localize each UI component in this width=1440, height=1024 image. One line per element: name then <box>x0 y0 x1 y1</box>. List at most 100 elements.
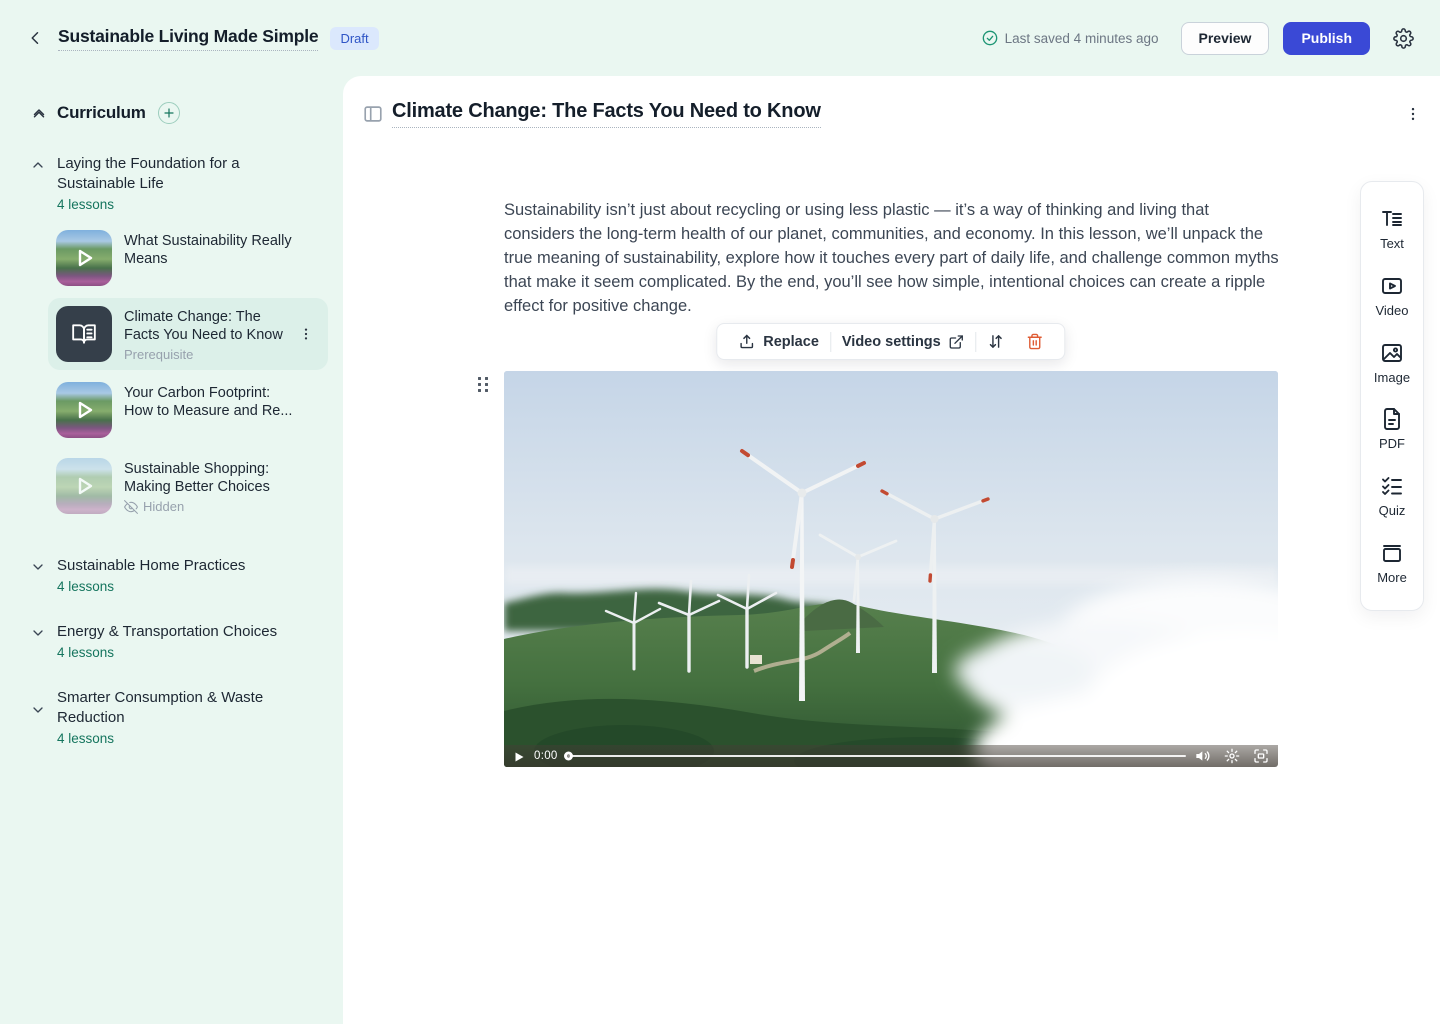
lesson-row[interactable]: Your Carbon Footprint: How to Measure an… <box>48 374 328 446</box>
tool-more[interactable]: More <box>1361 541 1423 585</box>
section-header[interactable]: Sustainable Home Practices 4 lessons <box>0 556 343 594</box>
lesson-title: Your Carbon Footprint: How to Measure an… <box>124 384 294 420</box>
topbar-actions: Last saved 4 minutes ago Preview Publish <box>982 22 1416 55</box>
lesson-title: Climate Change: The Facts You Need to Kn… <box>124 308 294 344</box>
chevron-up-icon[interactable] <box>30 157 46 173</box>
chevron-down-icon[interactable] <box>30 559 46 575</box>
video-progress-bar[interactable] <box>567 755 1186 757</box>
course-editor-app: Sustainable Living Made Simple Draft Las… <box>0 0 1440 1024</box>
tool-label: Image <box>1374 370 1410 385</box>
check-circle-icon <box>982 30 998 46</box>
curriculum-section: Smarter Consumption & Waste Reduction 4 … <box>0 688 343 746</box>
status-badge: Draft <box>330 27 378 50</box>
course-title[interactable]: Sustainable Living Made Simple <box>58 26 318 51</box>
section-header[interactable]: Smarter Consumption & Waste Reduction 4 … <box>0 688 343 746</box>
preview-button[interactable]: Preview <box>1181 22 1270 55</box>
curriculum-title: Curriculum <box>57 103 146 123</box>
lesson-hidden-label: Hidden <box>124 499 294 514</box>
external-link-icon <box>949 334 965 350</box>
save-status: Last saved 4 minutes ago <box>982 30 1159 46</box>
lesson-thumbnail <box>56 458 112 514</box>
lesson-list: What Sustainability Really Means Climate… <box>48 222 328 522</box>
play-icon <box>56 382 112 438</box>
volume-icon[interactable] <box>1195 748 1211 764</box>
lesson-text: Your Carbon Footprint: How to Measure an… <box>124 382 294 420</box>
more-icon <box>1380 541 1404 565</box>
play-icon <box>56 230 112 286</box>
tool-label: Text <box>1380 236 1404 251</box>
lesson-thumbnail <box>56 382 112 438</box>
insert-tools-panel: Text Video Image PDF Quiz More <box>1360 181 1424 611</box>
drag-handle[interactable] <box>478 377 490 395</box>
section-lesson-count: 4 lessons <box>57 645 277 660</box>
section-lesson-count: 4 lessons <box>57 579 245 594</box>
lesson-title: What Sustainability Really Means <box>124 232 294 268</box>
section-header[interactable]: Energy & Transportation Choices 4 lesson… <box>0 622 343 660</box>
kebab-menu-icon[interactable] <box>298 326 314 342</box>
text-icon <box>1380 207 1404 231</box>
settings-icon[interactable] <box>1224 748 1240 764</box>
lesson-row-hidden[interactable]: Sustainable Shopping: Making Better Choi… <box>48 450 328 522</box>
lesson-title-heading[interactable]: Climate Change: The Facts You Need to Kn… <box>392 100 821 128</box>
lesson-intro-paragraph[interactable]: Sustainability isn’t just about recyclin… <box>504 198 1279 318</box>
gear-icon[interactable] <box>1390 25 1416 51</box>
quiz-icon <box>1380 474 1404 498</box>
collapse-all-icon[interactable] <box>30 104 48 122</box>
publish-button[interactable]: Publish <box>1283 22 1370 55</box>
block-toolbar: Replace Video settings <box>716 323 1065 360</box>
image-icon <box>1380 341 1404 365</box>
curriculum-section: Energy & Transportation Choices 4 lesson… <box>0 622 343 660</box>
tool-image[interactable]: Image <box>1361 341 1423 385</box>
last-saved-text: Last saved 4 minutes ago <box>1005 31 1159 46</box>
section-title: Smarter Consumption & Waste Reduction <box>57 688 287 728</box>
chevron-down-icon[interactable] <box>30 625 46 641</box>
video-timestamp: 0:00 <box>534 750 558 762</box>
lesson-editor-panel: Climate Change: The Facts You Need to Kn… <box>343 76 1440 1024</box>
replace-label: Replace <box>763 334 819 350</box>
fullscreen-icon[interactable] <box>1253 748 1269 764</box>
section-lesson-count: 4 lessons <box>57 731 287 746</box>
section-title: Laying the Foundation for a Sustainable … <box>57 154 287 194</box>
replace-button[interactable]: Replace <box>727 333 830 350</box>
curriculum-section: Laying the Foundation for a Sustainable … <box>0 154 343 522</box>
lesson-text: Climate Change: The Facts You Need to Kn… <box>124 306 294 362</box>
video-player[interactable]: 0:00 <box>504 371 1278 767</box>
topbar: Sustainable Living Made Simple Draft Las… <box>0 0 1440 76</box>
tool-pdf[interactable]: PDF <box>1361 407 1423 451</box>
tool-label: Quiz <box>1379 503 1406 518</box>
play-icon[interactable] <box>513 750 525 762</box>
tool-text[interactable]: Text <box>1361 207 1423 251</box>
curriculum-section: Sustainable Home Practices 4 lessons <box>0 556 343 594</box>
section-header[interactable]: Laying the Foundation for a Sustainable … <box>0 154 343 212</box>
tool-label: More <box>1377 570 1407 585</box>
kebab-menu-icon[interactable] <box>1404 105 1422 123</box>
back-icon[interactable] <box>24 26 48 50</box>
lesson-text: Sustainable Shopping: Making Better Choi… <box>124 458 294 514</box>
reading-lesson-tile <box>56 306 112 362</box>
section-title: Sustainable Home Practices <box>57 556 245 576</box>
curriculum-header: Curriculum <box>0 102 343 124</box>
video-settings-label: Video settings <box>842 334 941 350</box>
tool-quiz[interactable]: Quiz <box>1361 474 1423 518</box>
lesson-title: Sustainable Shopping: Making Better Choi… <box>124 460 294 496</box>
lesson-row[interactable]: What Sustainability Really Means <box>48 222 328 294</box>
trash-icon[interactable] <box>1016 333 1055 350</box>
book-open-icon <box>71 321 97 347</box>
video-scrubber-knob[interactable] <box>564 752 573 761</box>
section-text: Sustainable Home Practices 4 lessons <box>57 556 245 594</box>
play-icon <box>56 458 112 514</box>
plus-circle-icon[interactable] <box>158 102 180 124</box>
lesson-header: Climate Change: The Facts You Need to Kn… <box>362 100 1422 128</box>
section-text: Laying the Foundation for a Sustainable … <box>57 154 287 212</box>
reorder-arrows-icon[interactable] <box>977 333 1016 350</box>
tool-label: PDF <box>1379 436 1405 451</box>
video-thumbnail-scene <box>504 371 1278 767</box>
video-settings-button[interactable]: Video settings <box>831 334 976 350</box>
panel-left-icon[interactable] <box>362 103 384 125</box>
chevron-down-icon[interactable] <box>30 702 46 718</box>
lesson-row-selected[interactable]: Climate Change: The Facts You Need to Kn… <box>48 298 328 370</box>
lesson-text: What Sustainability Really Means <box>124 230 294 268</box>
eye-off-icon <box>124 500 138 514</box>
lesson-prerequisite-label: Prerequisite <box>124 347 294 362</box>
tool-video[interactable]: Video <box>1361 274 1423 318</box>
